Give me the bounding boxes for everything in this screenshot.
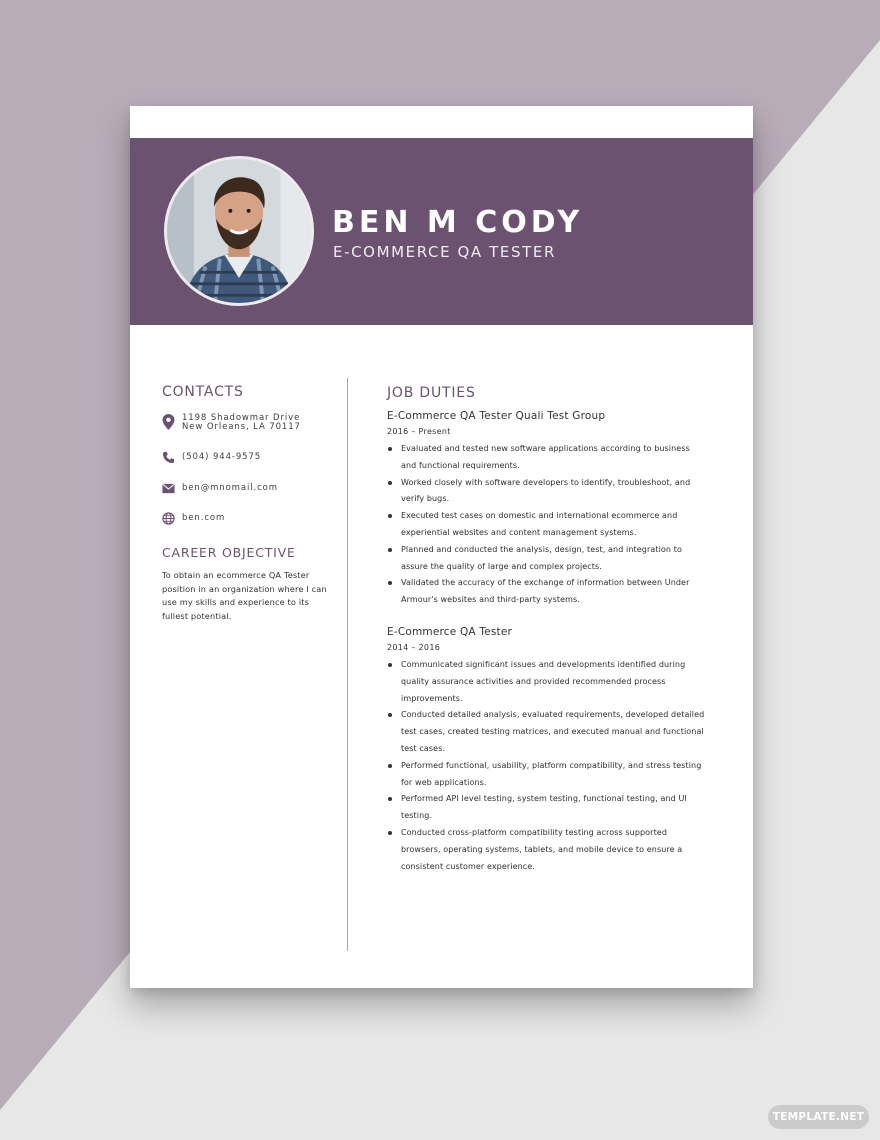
watermark-badge: TEMPLATE.NET — [768, 1105, 869, 1129]
contact-email: ben@mnomail.com — [162, 482, 278, 495]
contact-address: 1198 Shadowmar Drive New Orleans, LA 701… — [162, 414, 301, 432]
address-line-2: New Orleans, LA 70117 — [182, 422, 301, 432]
job-title: E-Commerce QA Tester — [387, 626, 512, 638]
list-item: Executed test cases on domestic and inte… — [387, 508, 707, 542]
job-bullet-list: Evaluated and tested new software applic… — [387, 441, 707, 609]
list-item: Performed API level testing, system test… — [387, 791, 707, 825]
list-item: Evaluated and tested new software applic… — [387, 441, 707, 475]
contact-phone: (504) 944-9575 — [162, 451, 261, 464]
list-item: Validated the accuracy of the exchange o… — [387, 575, 707, 609]
contacts-heading: CONTACTS — [162, 384, 244, 400]
profile-photo — [164, 156, 314, 306]
email-text: ben@mnomail.com — [182, 483, 278, 493]
globe-icon — [162, 512, 175, 525]
job-dates: 2016 – Present — [387, 427, 451, 436]
list-item: Conducted detailed analysis, evaluated r… — [387, 707, 707, 757]
job-dates: 2014 – 2016 — [387, 643, 441, 652]
list-item: Conducted cross-platform compatibility t… — [387, 825, 707, 875]
column-divider — [347, 378, 348, 951]
job-title: E-Commerce QA Tester Quali Test Group — [387, 410, 606, 422]
job-bullet-list: Communicated significant issues and deve… — [387, 657, 707, 875]
objective-text: To obtain an ecommerce QA Tester positio… — [162, 570, 327, 621]
phone-icon — [162, 451, 175, 464]
contact-website: ben.com — [162, 512, 225, 525]
phone-text: (504) 944-9575 — [182, 452, 262, 462]
envelope-icon — [162, 483, 175, 494]
candidate-title: E-COMMERCE QA TESTER — [333, 243, 556, 261]
location-pin-icon — [162, 414, 175, 430]
list-item: Worked closely with software developers … — [387, 475, 707, 509]
candidate-name: BEN M CODY — [332, 205, 584, 240]
header-band: BEN M CODY E-COMMERCE QA TESTER — [130, 138, 753, 325]
objective-heading: CAREER OBJECTIVE — [162, 545, 296, 560]
website-text: ben.com — [182, 513, 226, 523]
list-item: Communicated significant issues and deve… — [387, 657, 707, 707]
list-item: Planned and conducted the analysis, desi… — [387, 542, 707, 576]
list-item: Performed functional, usability, platfor… — [387, 758, 707, 792]
resume-page: BEN M CODY E-COMMERCE QA TESTER CONTACTS… — [130, 106, 753, 988]
job-duties-heading: JOB DUTIES — [387, 385, 476, 401]
